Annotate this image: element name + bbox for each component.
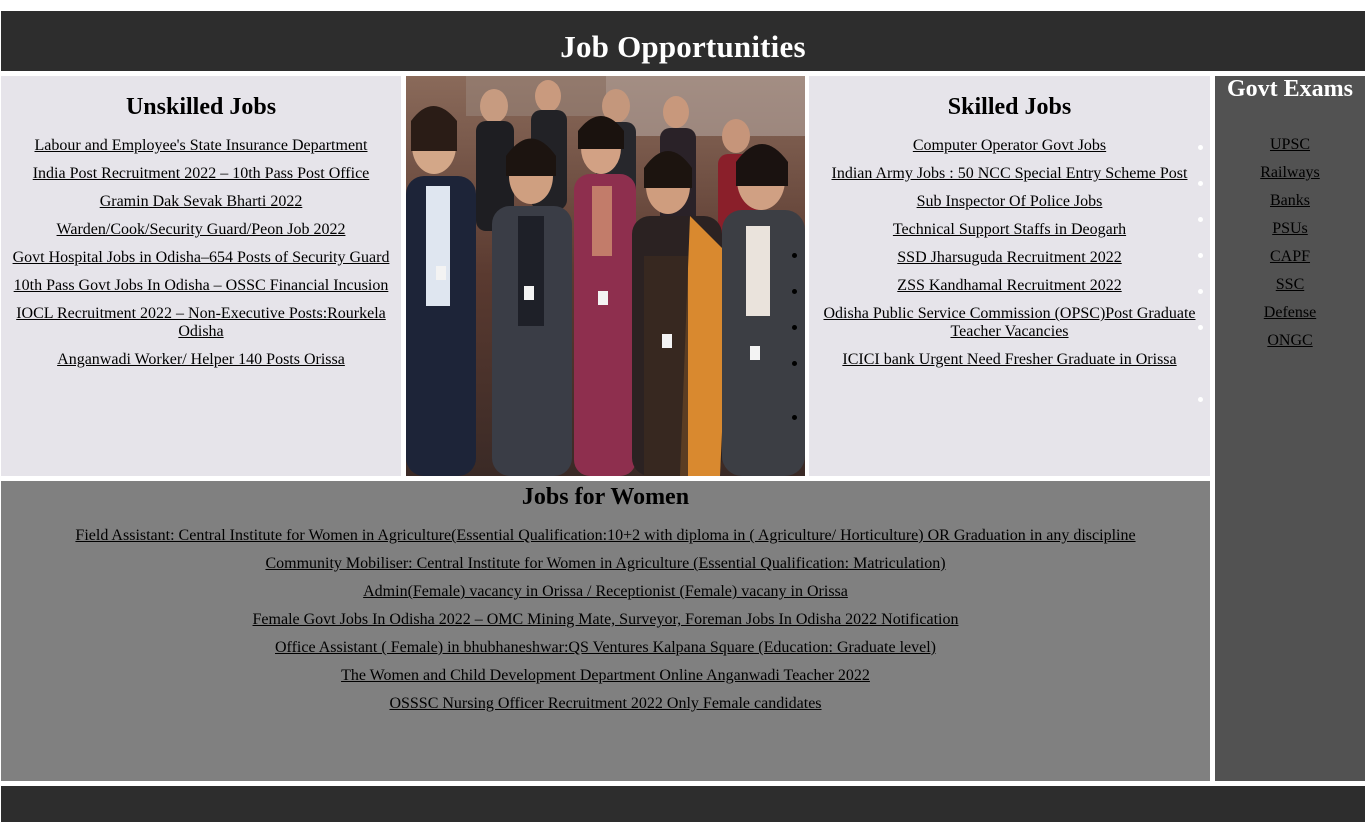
unskilled-job-link[interactable]: 10th Pass Govt Jobs In Odisha – OSSC Fin…	[14, 277, 389, 294]
list-item: Female Govt Jobs In Odisha 2022 – OMC Mi…	[1, 611, 1210, 629]
govt-exam-link-ongc[interactable]: ONGC	[1267, 332, 1312, 349]
skilled-job-link[interactable]: ICICI bank Urgent Need Fresher Graduate …	[842, 351, 1176, 368]
bullet-dot	[1198, 397, 1203, 402]
list-item: OSSSC Nursing Officer Recruitment 2022 O…	[1, 695, 1210, 713]
list-item: Railways	[1215, 164, 1365, 182]
list-item: UPSC	[1215, 136, 1365, 154]
list-item: Banks	[1215, 192, 1365, 210]
govt-exams-sidebar: Govt Exams UPSC Railways Banks PSUs CAPF…	[1215, 76, 1365, 781]
list-item: Admin(Female) vacancy in Orissa / Recept…	[1, 583, 1210, 601]
skilled-jobs-panel: Skilled Jobs Computer Operator Govt Jobs…	[809, 76, 1210, 476]
skilled-job-link[interactable]: ZSS Kandhamal Recruitment 2022	[897, 277, 1121, 294]
list-item: Field Assistant: Central Institute for W…	[1, 527, 1210, 545]
bullet-dot	[1198, 289, 1203, 294]
govt-exam-link-upsc[interactable]: UPSC	[1270, 136, 1310, 153]
women-professionals-photo	[406, 76, 805, 476]
govt-exam-link-psus[interactable]: PSUs	[1272, 220, 1308, 237]
list-item: Gramin Dak Sevak Bharti 2022	[1, 193, 401, 211]
bullet-dot	[1198, 217, 1203, 222]
list-item: Govt Hospital Jobs in Odisha–654 Posts o…	[1, 249, 401, 267]
list-item: CAPF	[1215, 248, 1365, 266]
list-item: Community Mobiliser: Central Institute f…	[1, 555, 1210, 573]
skilled-job-link[interactable]: Computer Operator Govt Jobs	[913, 137, 1106, 154]
list-item: Defense	[1215, 304, 1365, 322]
bullet-dot	[792, 253, 797, 258]
govt-exams-title: Govt Exams	[1227, 76, 1353, 102]
list-item: Sub Inspector Of Police Jobs	[809, 193, 1210, 211]
page-title: Job Opportunities	[560, 29, 806, 64]
govt-exam-link-capf[interactable]: CAPF	[1270, 248, 1310, 265]
photo-illustration	[406, 76, 805, 476]
bullet-dot	[1198, 325, 1203, 330]
unskilled-jobs-title: Unskilled Jobs	[125, 94, 277, 120]
women-job-link[interactable]: Female Govt Jobs In Odisha 2022 – OMC Mi…	[253, 611, 959, 628]
unskilled-jobs-panel: Unskilled Jobs Labour and Employee's Sta…	[1, 76, 401, 476]
list-item: Indian Army Jobs : 50 NCC Special Entry …	[809, 165, 1210, 183]
govt-exam-link-railways[interactable]: Railways	[1260, 164, 1320, 181]
jobs-for-women-title: Jobs for Women	[521, 484, 690, 510]
list-item: India Post Recruitment 2022 – 10th Pass …	[1, 165, 401, 183]
bullet-dot	[792, 289, 797, 294]
skilled-job-link[interactable]: Technical Support Staffs in Deogarh	[893, 221, 1126, 238]
govt-exam-link-defense[interactable]: Defense	[1264, 304, 1316, 321]
women-job-link[interactable]: The Women and Child Development Departme…	[341, 667, 870, 684]
list-item: ICICI bank Urgent Need Fresher Graduate …	[809, 351, 1210, 369]
women-job-link[interactable]: OSSSC Nursing Officer Recruitment 2022 O…	[389, 695, 821, 712]
women-job-link[interactable]: Office Assistant ( Female) in bhubhanesh…	[275, 639, 936, 656]
skilled-jobs-title: Skilled Jobs	[947, 94, 1072, 120]
list-item: Warden/Cook/Security Guard/Peon Job 2022	[1, 221, 401, 239]
jobs-for-women-list: Field Assistant: Central Institute for W…	[1, 527, 1210, 713]
skilled-job-link[interactable]: SSD Jharsuguda Recruitment 2022	[897, 249, 1121, 266]
bullet-dot	[792, 361, 797, 366]
skilled-job-link[interactable]: Sub Inspector Of Police Jobs	[917, 193, 1103, 210]
jobs-for-women-panel: Jobs for Women Field Assistant: Central …	[1, 481, 1210, 781]
unskilled-jobs-list: Labour and Employee's State Insurance De…	[1, 137, 401, 369]
unskilled-job-link[interactable]: India Post Recruitment 2022 – 10th Pass …	[33, 165, 370, 182]
women-job-link[interactable]: Community Mobiliser: Central Institute f…	[265, 555, 945, 572]
page-header: Job Opportunities	[1, 11, 1365, 71]
list-item: IOCL Recruitment 2022 – Non-Executive Po…	[1, 305, 401, 341]
list-item: PSUs	[1215, 220, 1365, 238]
unskilled-job-link[interactable]: IOCL Recruitment 2022 – Non-Executive Po…	[16, 305, 386, 340]
skilled-job-link[interactable]: Odisha Public Service Commission (OPSC)P…	[824, 305, 1196, 340]
unskilled-job-link[interactable]: Warden/Cook/Security Guard/Peon Job 2022	[57, 221, 346, 238]
govt-exam-link-ssc[interactable]: SSC	[1276, 276, 1304, 293]
list-item: Odisha Public Service Commission (OPSC)P…	[809, 305, 1210, 341]
list-item: ZSS Kandhamal Recruitment 2022	[809, 277, 1210, 295]
list-item: Office Assistant ( Female) in bhubhanesh…	[1, 639, 1210, 657]
govt-exams-list: UPSC Railways Banks PSUs CAPF SSC Defens…	[1215, 136, 1365, 350]
list-item: 10th Pass Govt Jobs In Odisha – OSSC Fin…	[1, 277, 401, 295]
list-item: Labour and Employee's State Insurance De…	[1, 137, 401, 155]
unskilled-job-link[interactable]: Govt Hospital Jobs in Odisha–654 Posts o…	[13, 249, 390, 266]
women-job-link[interactable]: Admin(Female) vacancy in Orissa / Recept…	[363, 583, 848, 600]
list-item: Anganwadi Worker/ Helper 140 Posts Oriss…	[1, 351, 401, 369]
bullet-dot	[792, 325, 797, 330]
women-job-link[interactable]: Field Assistant: Central Institute for W…	[75, 527, 1135, 544]
bullet-dot	[1198, 181, 1203, 186]
skilled-job-link[interactable]: Indian Army Jobs : 50 NCC Special Entry …	[832, 165, 1188, 182]
bullet-dot	[1198, 145, 1203, 150]
unskilled-job-link[interactable]: Labour and Employee's State Insurance De…	[35, 137, 368, 154]
govt-exam-link-banks[interactable]: Banks	[1270, 192, 1310, 209]
bullet-dot	[792, 415, 797, 420]
bullet-dot	[1198, 253, 1203, 258]
list-item: SSC	[1215, 276, 1365, 294]
list-item: SSD Jharsuguda Recruitment 2022	[809, 249, 1210, 267]
unskilled-job-link[interactable]: Gramin Dak Sevak Bharti 2022	[100, 193, 303, 210]
list-item: The Women and Child Development Departme…	[1, 667, 1210, 685]
page-footer	[1, 786, 1365, 822]
list-item: Technical Support Staffs in Deogarh	[809, 221, 1210, 239]
list-item: ONGC	[1215, 332, 1365, 350]
unskilled-job-link[interactable]: Anganwadi Worker/ Helper 140 Posts Oriss…	[57, 351, 345, 368]
list-item: Computer Operator Govt Jobs	[809, 137, 1210, 155]
skilled-jobs-list: Computer Operator Govt Jobs Indian Army …	[809, 137, 1210, 369]
